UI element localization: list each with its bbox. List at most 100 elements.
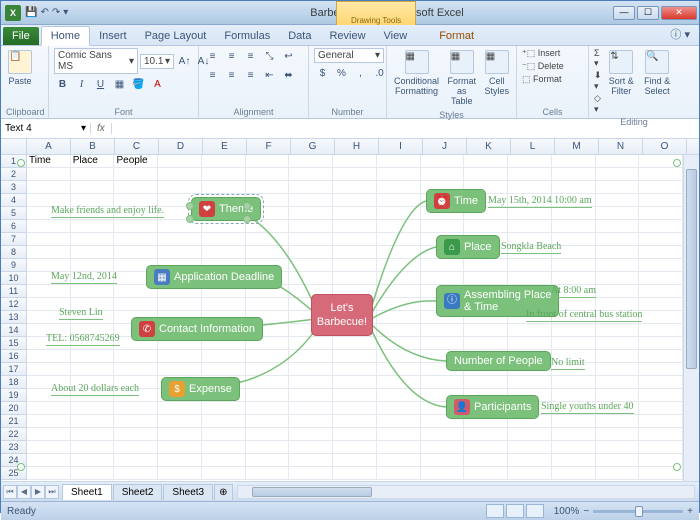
redo-icon[interactable]: ↷ — [52, 7, 60, 18]
font-size-combo[interactable]: 10.1▾ — [140, 54, 174, 69]
note-contact-tel[interactable]: TEL: 0568745269 — [46, 333, 120, 346]
orientation-icon[interactable]: ⤡ — [261, 48, 278, 65]
close-button[interactable]: ✕ — [661, 6, 697, 20]
format-as-table-button[interactable]: ▦Format as Table — [445, 48, 478, 108]
quick-access-toolbar[interactable]: 💾 ↶ ↷ ▾ — [25, 7, 68, 18]
sheet-tab-1[interactable]: Sheet1 — [62, 484, 112, 500]
row-headers[interactable]: 1234567891011121314151617181920212223242… — [1, 155, 27, 480]
merge-icon[interactable]: ⬌ — [280, 67, 297, 84]
mindmap-drawing[interactable]: Let's Barbecue! ❤Theme Make friends and … — [31, 169, 677, 467]
node-deadline[interactable]: ▦Application Deadline — [146, 265, 282, 289]
zoom-out-button[interactable]: − — [583, 506, 589, 517]
maximize-button[interactable]: ☐ — [637, 6, 659, 20]
indent-dec-icon[interactable]: ⇤ — [261, 67, 278, 84]
cells-insert-button[interactable]: ⁺⬚ Insert — [522, 48, 560, 59]
fill-color-button[interactable]: 🪣 — [130, 76, 147, 93]
note-theme[interactable]: Make friends and enjoy life. — [51, 205, 164, 218]
undo-icon[interactable]: ↶ — [40, 7, 48, 18]
note-participants[interactable]: Single youths under 40 — [541, 401, 634, 414]
number-format-combo[interactable]: General▾ — [314, 48, 384, 63]
group-cells: Cells — [522, 105, 583, 117]
fx-icon[interactable]: fx — [91, 123, 112, 134]
comma-icon[interactable]: , — [352, 65, 369, 82]
align-middle-icon[interactable]: ≡ — [223, 48, 240, 65]
mindmap-center-node[interactable]: Let's Barbecue! — [311, 294, 373, 336]
note-assembling-time[interactable]: At 8:00 am — [551, 285, 596, 298]
conditional-formatting-button[interactable]: ▦Conditional Formatting — [392, 48, 441, 98]
minimize-button[interactable]: — — [613, 6, 635, 20]
sheet-nav-next[interactable]: ▶ — [31, 485, 45, 499]
autosum-icon[interactable]: Σ ▾ — [594, 48, 602, 69]
note-contact-name[interactable]: Steven Lin — [59, 307, 103, 320]
align-left-icon[interactable]: ≡ — [204, 67, 221, 84]
note-place[interactable]: Songkla Beach — [501, 241, 561, 254]
cells-delete-button[interactable]: ⁻⬚ Delete — [522, 61, 564, 72]
ribbon-help-icon[interactable]: ⓘ ▾ — [661, 23, 699, 45]
zoom-slider[interactable] — [593, 510, 683, 513]
tab-insert[interactable]: Insert — [90, 27, 136, 45]
font-color-button[interactable]: A — [149, 76, 166, 93]
inc-decimal-icon[interactable]: .0 — [371, 65, 388, 82]
app-icon: X — [5, 5, 21, 21]
sheet-nav-prev[interactable]: ◀ — [17, 485, 31, 499]
tab-page-layout[interactable]: Page Layout — [136, 27, 216, 45]
select-all-corner[interactable] — [1, 139, 27, 154]
tab-view[interactable]: View — [375, 27, 417, 45]
zoom-control[interactable]: 100% − + — [554, 506, 693, 517]
font-name-combo[interactable]: Comic Sans MS▾ — [54, 48, 138, 74]
heart-icon: ❤ — [199, 201, 215, 217]
view-layout-button[interactable] — [506, 504, 524, 518]
tab-format[interactable]: Format — [430, 27, 483, 45]
tab-review[interactable]: Review — [320, 27, 374, 45]
percent-icon[interactable]: % — [333, 65, 350, 82]
note-number[interactable]: No limit — [551, 357, 585, 370]
italic-button[interactable]: I — [73, 76, 90, 93]
underline-button[interactable]: U — [92, 76, 109, 93]
node-time[interactable]: ⏰Time — [426, 189, 486, 213]
sheet-tab-2[interactable]: Sheet2 — [113, 484, 163, 500]
bold-button[interactable]: B — [54, 76, 71, 93]
sort-filter-button[interactable]: ⇅Sort & Filter — [606, 48, 636, 98]
sheet-tab-3[interactable]: Sheet3 — [163, 484, 213, 500]
save-icon[interactable]: 💾 — [25, 7, 37, 18]
border-button[interactable]: ▦ — [111, 76, 128, 93]
fill-icon[interactable]: ⬇ ▾ — [594, 70, 602, 92]
tab-data[interactable]: Data — [279, 27, 320, 45]
group-clipboard: Clipboard — [6, 105, 43, 117]
align-bottom-icon[interactable]: ≡ — [242, 48, 259, 65]
view-break-button[interactable] — [526, 504, 544, 518]
name-box[interactable]: Text 4▾ — [1, 123, 91, 134]
note-assembling-place[interactable]: In front of central bus station — [526, 309, 642, 322]
align-center-icon[interactable]: ≡ — [223, 67, 240, 84]
tab-file[interactable]: File — [3, 27, 39, 45]
node-contact[interactable]: ✆Contact Information — [131, 317, 263, 341]
clear-icon[interactable]: ◇ ▾ — [594, 93, 602, 115]
horizontal-scrollbar[interactable] — [237, 485, 696, 499]
note-expense[interactable]: About 20 dollars each — [51, 383, 139, 396]
sheet-nav-first[interactable]: ⏮ — [3, 485, 17, 499]
view-normal-button[interactable] — [486, 504, 504, 518]
node-participants[interactable]: 👤Participants — [446, 395, 539, 419]
node-number-people[interactable]: Number of People — [446, 351, 551, 371]
vertical-scrollbar[interactable] — [683, 155, 699, 481]
align-top-icon[interactable]: ≡ — [204, 48, 221, 65]
node-place[interactable]: ⌂Place — [436, 235, 500, 259]
grow-font-icon[interactable]: A↑ — [176, 53, 193, 70]
tab-home[interactable]: Home — [41, 26, 90, 46]
tab-formulas[interactable]: Formulas — [215, 27, 279, 45]
cells-format-button[interactable]: ⬚ Format — [522, 74, 562, 85]
qat-dropdown-icon[interactable]: ▾ — [63, 7, 68, 18]
align-right-icon[interactable]: ≡ — [242, 67, 259, 84]
new-sheet-button[interactable]: ⊕ — [214, 484, 232, 500]
note-deadline[interactable]: May 12nd, 2014 — [51, 271, 117, 284]
currency-icon[interactable]: $ — [314, 65, 331, 82]
sheet-nav-last[interactable]: ⏭ — [45, 485, 59, 499]
note-time[interactable]: May 15th, 2014 10:00 am — [488, 195, 592, 208]
cell-styles-button[interactable]: ▦Cell Styles — [483, 48, 512, 98]
zoom-in-button[interactable]: + — [687, 506, 693, 517]
paste-button[interactable]: 📋Paste — [6, 48, 34, 88]
wrap-text-icon[interactable]: ↩ — [280, 48, 297, 65]
column-headers[interactable]: ABCDEFGHIJKLMNO — [1, 139, 699, 155]
node-expense[interactable]: $Expense — [161, 377, 240, 401]
find-select-button[interactable]: 🔍Find & Select — [640, 48, 674, 98]
